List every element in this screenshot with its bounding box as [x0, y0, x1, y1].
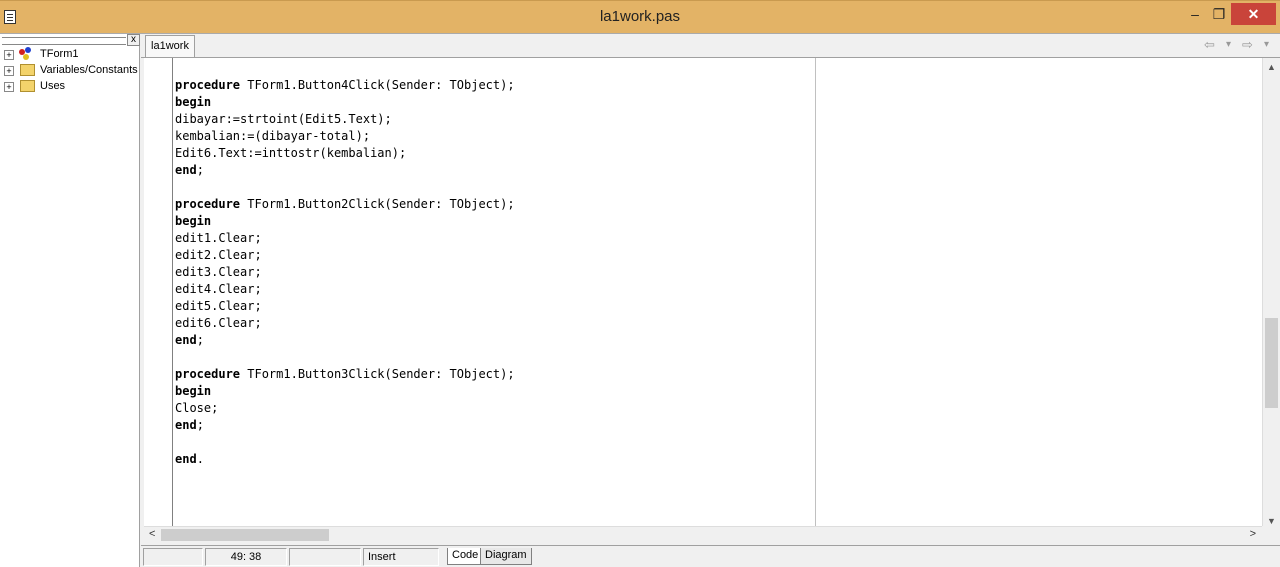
tab-diagram[interactable]: Diagram — [480, 548, 532, 565]
tree-item-uses[interactable]: + Uses — [4, 79, 138, 95]
tab-code[interactable]: Code — [447, 548, 484, 565]
code-editor[interactable]: procedure TForm1.Button4Click(Sender: TO… — [144, 58, 1262, 526]
code-line[interactable]: Edit6.Text:=inttostr(kembalian); — [175, 145, 515, 162]
code-keyword: end — [175, 452, 197, 466]
scroll-corner — [1262, 526, 1280, 543]
horizontal-scroll-thumb[interactable] — [161, 529, 329, 541]
code-text-segment: TForm1.Button2Click(Sender: TObject); — [240, 197, 515, 211]
scroll-left-icon[interactable]: < — [149, 528, 155, 540]
code-text-segment: edit2.Clear; — [175, 248, 262, 262]
right-margin-line — [815, 58, 816, 526]
editor-tab-bar: la1work ⇦ ▾ ⇨ ▾ — [141, 34, 1280, 58]
code-text[interactable]: procedure TForm1.Button4Click(Sender: TO… — [175, 77, 515, 468]
code-line[interactable]: edit2.Clear; — [175, 247, 515, 264]
component-icon — [19, 47, 35, 61]
code-text-segment: ; — [196, 333, 204, 347]
back-history-dropdown[interactable]: ▾ — [1226, 39, 1231, 50]
code-text-segment: dibayar:=strtoint(Edit5.Text); — [175, 112, 392, 126]
expand-icon[interactable]: + — [4, 66, 14, 76]
code-line[interactable] — [175, 434, 515, 451]
panel-drag-grip[interactable] — [2, 37, 126, 45]
code-text-segment: TForm1.Button3Click(Sender: TObject); — [240, 367, 515, 381]
code-text-segment — [175, 180, 182, 194]
code-keyword: procedure — [175, 367, 241, 381]
vertical-scrollbar[interactable]: ▲ ▼ — [1262, 58, 1280, 526]
code-line[interactable]: begin — [175, 213, 515, 230]
code-line[interactable]: edit6.Clear; — [175, 315, 515, 332]
code-text-segment: edit6.Clear; — [175, 316, 262, 330]
tree-item-label: TForm1 — [40, 48, 79, 60]
tree-item-label: Uses — [40, 80, 66, 92]
code-keyword: begin — [175, 95, 212, 109]
restore-button[interactable]: ❐ — [1204, 3, 1234, 25]
folder-icon — [20, 80, 35, 92]
code-text-segment: . — [196, 452, 204, 466]
code-text-segment: edit3.Clear; — [175, 265, 262, 279]
back-arrow-icon[interactable]: ⇦ — [1204, 37, 1215, 53]
expand-icon[interactable]: + — [4, 82, 14, 92]
code-line[interactable]: end. — [175, 451, 515, 468]
expand-icon[interactable]: + — [4, 50, 14, 60]
structure-panel: x + TForm1 + Variables/Constants + Uses — [0, 34, 140, 567]
tree-item-tform1[interactable]: + TForm1 — [4, 47, 138, 63]
scroll-down-icon[interactable]: ▼ — [1267, 516, 1276, 526]
code-keyword: procedure — [175, 78, 241, 92]
code-text-segment: edit5.Clear; — [175, 299, 262, 313]
cursor-position: 49: 38 — [205, 548, 287, 566]
tree-item-label: Variables/Constants — [40, 64, 138, 76]
scroll-right-icon[interactable]: > — [1250, 528, 1256, 540]
folder-icon — [20, 64, 35, 76]
code-text-segment: edit1.Clear; — [175, 231, 262, 245]
title-bar: la1work.pas – ❐ ✕ — [0, 0, 1280, 33]
code-text-segment: edit4.Clear; — [175, 282, 262, 296]
code-keyword: begin — [175, 214, 212, 228]
code-line[interactable]: edit3.Clear; — [175, 264, 515, 281]
code-line[interactable] — [175, 349, 515, 366]
code-text-segment: ; — [196, 418, 204, 432]
code-text-segment — [175, 350, 182, 364]
insert-mode: Insert — [363, 548, 439, 566]
scroll-up-icon[interactable]: ▲ — [1267, 62, 1276, 72]
vertical-scroll-thumb[interactable] — [1265, 318, 1278, 408]
code-line[interactable]: end; — [175, 417, 515, 434]
code-line[interactable]: Close; — [175, 400, 515, 417]
code-line[interactable]: begin — [175, 383, 515, 400]
code-keyword: end — [175, 418, 197, 432]
code-text-segment — [175, 435, 182, 449]
panel-close-button[interactable]: x — [127, 34, 140, 46]
code-line[interactable] — [175, 179, 515, 196]
code-line[interactable]: procedure TForm1.Button3Click(Sender: TO… — [175, 366, 515, 383]
window-title: la1work.pas — [599, 8, 681, 25]
status-bar: 49: 38 Insert Code Diagram — [141, 545, 1280, 567]
code-keyword: procedure — [175, 197, 241, 211]
code-keyword: end — [175, 163, 197, 177]
forward-arrow-icon[interactable]: ⇨ — [1242, 37, 1253, 53]
code-line[interactable]: edit5.Clear; — [175, 298, 515, 315]
tree-item-variables-constants[interactable]: + Variables/Constants — [4, 63, 138, 79]
code-keyword: begin — [175, 384, 212, 398]
forward-history-dropdown[interactable]: ▾ — [1264, 39, 1269, 50]
close-button[interactable]: ✕ — [1231, 3, 1276, 25]
code-line[interactable]: end; — [175, 332, 515, 349]
tab-la1work[interactable]: la1work — [145, 35, 195, 57]
code-line[interactable]: begin — [175, 94, 515, 111]
status-panel-modified — [143, 548, 203, 566]
code-line[interactable]: procedure TForm1.Button2Click(Sender: TO… — [175, 196, 515, 213]
code-keyword: end — [175, 333, 197, 347]
code-text-segment: kembalian:=(dibayar-total); — [175, 129, 371, 143]
code-text-segment: Close; — [175, 401, 219, 415]
code-text-segment: ; — [196, 163, 204, 177]
status-panel-blank — [289, 548, 361, 566]
horizontal-scrollbar[interactable]: < > — [144, 526, 1262, 543]
code-line[interactable]: procedure TForm1.Button4Click(Sender: TO… — [175, 77, 515, 94]
code-line[interactable]: kembalian:=(dibayar-total); — [175, 128, 515, 145]
code-line[interactable]: edit1.Clear; — [175, 230, 515, 247]
editor-gutter[interactable] — [144, 58, 173, 526]
code-line[interactable]: end; — [175, 162, 515, 179]
code-text-segment: Edit6.Text:=inttostr(kembalian); — [175, 146, 407, 160]
code-line[interactable]: edit4.Clear; — [175, 281, 515, 298]
code-line[interactable]: dibayar:=strtoint(Edit5.Text); — [175, 111, 515, 128]
code-text-segment: TForm1.Button4Click(Sender: TObject); — [240, 78, 515, 92]
